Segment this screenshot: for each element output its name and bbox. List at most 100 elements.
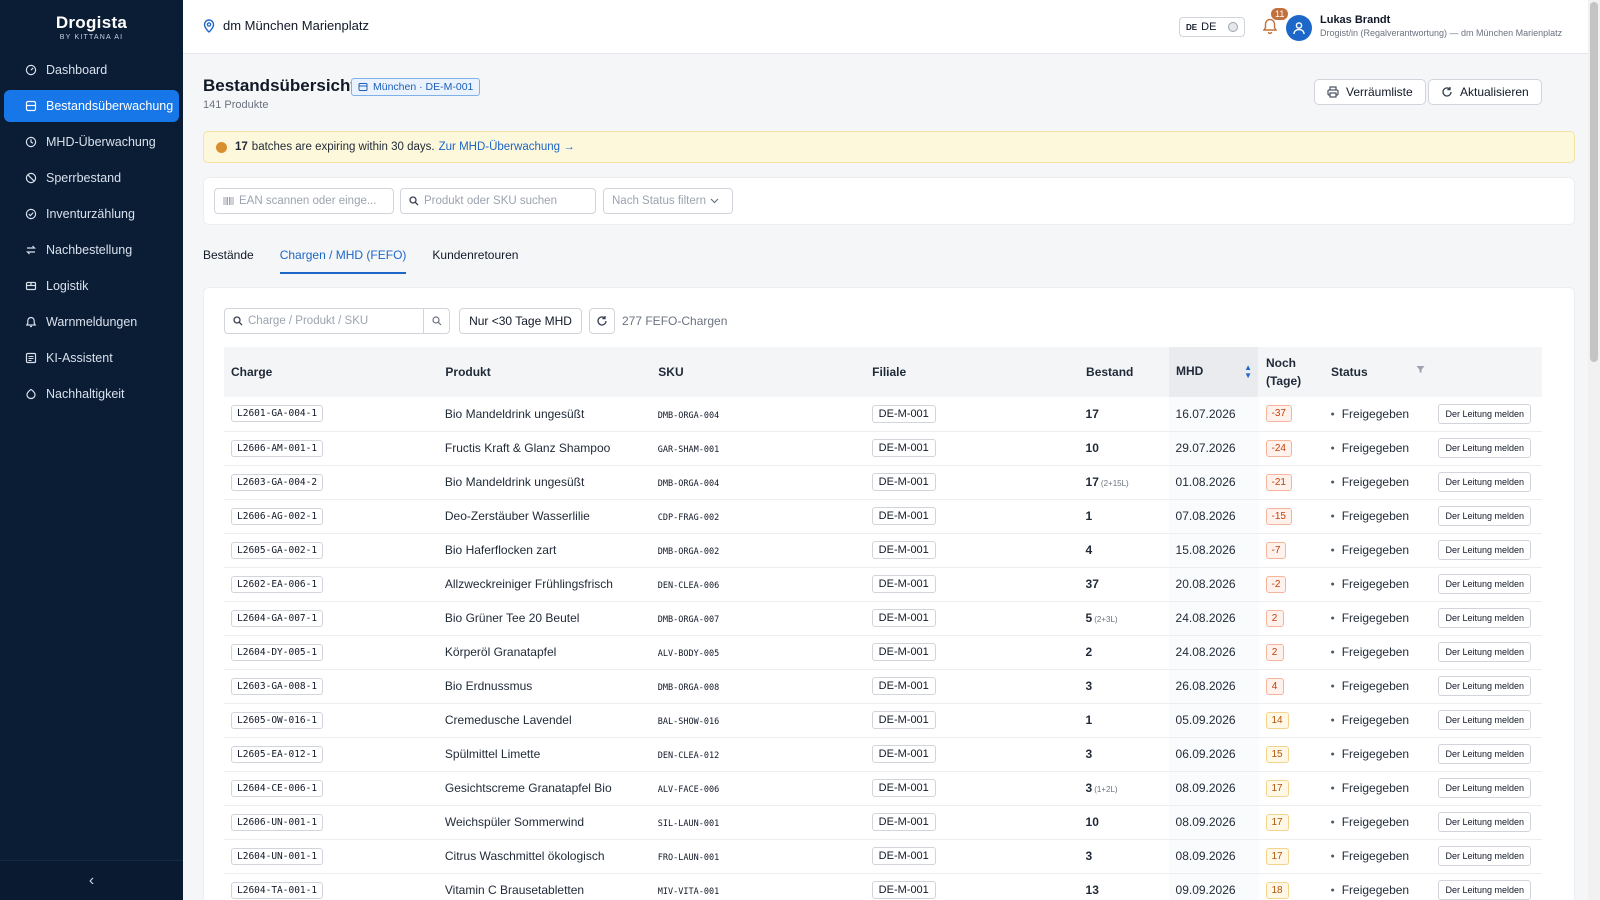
cell-charge: L2602-EA-006-1 [224, 567, 438, 601]
table-row[interactable]: L2606-AG-002-1 Deo-Zerstäuber Wasserlilie… [224, 499, 1542, 533]
batch-search-button[interactable] [423, 309, 449, 333]
store-location[interactable]: dm München Marienplatz [203, 18, 369, 33]
cell-status: Freigegeben [1323, 737, 1431, 771]
col-status[interactable]: Status [1323, 347, 1432, 397]
status-filter-select[interactable]: Nach Status filtern [603, 188, 733, 214]
sidebar-item-bestandsüberwachung[interactable]: Bestandsüberwachung [4, 90, 179, 122]
mhd-monitoring-link[interactable]: Zur MHD-Überwachung → [439, 141, 575, 153]
printer-icon [1327, 86, 1339, 98]
report-to-management-button[interactable]: Der Leitung melden [1438, 846, 1532, 866]
tab-kundenretouren[interactable]: Kundenretouren [432, 244, 518, 274]
cell-filiale: DE-M-001 [865, 465, 1079, 499]
cell-days-left: -24 [1259, 431, 1324, 465]
sidebar-item-logistik[interactable]: Logistik [4, 270, 179, 302]
tab-bestaende[interactable]: Bestände [203, 244, 254, 274]
sidebar-item-inventurzählung[interactable]: Inventurzählung [4, 198, 179, 230]
table-row[interactable]: L2604-UN-001-1 Citrus Waschmittel ökologi… [224, 839, 1542, 873]
col-bestand[interactable]: Bestand [1078, 347, 1170, 397]
collapse-sidebar-button[interactable]: ‹ [0, 860, 183, 900]
sidebar-item-ki-assistent[interactable]: KI-Assistent [4, 342, 179, 374]
page-scrollbar[interactable] [1588, 0, 1600, 900]
table-row[interactable]: L2606-UN-001-1 Weichspüler Sommerwind SIL-… [224, 805, 1542, 839]
report-to-management-button[interactable]: Der Leitung melden [1438, 403, 1532, 424]
product-search-input[interactable]: Produkt oder SKU suchen [400, 188, 596, 214]
table-row[interactable]: L2605-OW-016-1 Cremedusche Lavendel BAL-SH… [224, 703, 1542, 737]
report-to-management-button[interactable]: Der Leitung melden [1438, 880, 1532, 900]
cell-produkt: Vitamin C Brausetabletten [444, 883, 585, 897]
col-sku[interactable]: SKU [650, 347, 866, 397]
status-label: Freigegeben [1330, 475, 1409, 489]
cell-produkt: Citrus Waschmittel ökologisch [444, 849, 605, 863]
col-mhd[interactable]: MHD ▲ ▼ [1168, 347, 1259, 397]
status-label: Freigegeben [1330, 713, 1409, 727]
report-to-management-button[interactable]: Der Leitung melden [1438, 744, 1532, 764]
filiale-tag: DE-M-001 [871, 609, 936, 627]
putaway-list-button[interactable]: Verräumliste [1314, 79, 1426, 105]
sidebar-item-nachhaltigkeit[interactable]: Nachhaltigkeit [4, 378, 179, 410]
sidebar-item-nachbestellung[interactable]: Nachbestellung [4, 234, 179, 266]
sidebar-item-mhd-überwachung[interactable]: MHD-Überwachung [4, 126, 179, 158]
under-30-days-toggle[interactable]: Nur <30 Tage MHD [459, 308, 582, 334]
col-charge[interactable]: Charge [224, 347, 439, 397]
cell-action: Der Leitung melden [1431, 839, 1541, 873]
tab-chargen-mhd[interactable]: Chargen / MHD (FEFO) [279, 244, 407, 274]
leaf-icon [24, 388, 37, 401]
scrollbar-thumb[interactable] [1590, 2, 1598, 362]
table-row[interactable]: L2605-GA-002-1 Bio Haferflocken zart DMB-O… [224, 533, 1542, 567]
status-label: Freigegeben [1330, 781, 1409, 795]
ean-input[interactable]: EAN scannen oder einge... [214, 188, 394, 214]
sidebar-item-label: Dashboard [46, 63, 108, 77]
cell-sku: FRO-LAUN-001 [651, 839, 865, 873]
check-circle-icon [24, 208, 37, 221]
cell-filiale: DE-M-001 [865, 567, 1079, 601]
user-role: Drogist/in (Regalverantwortung) — dm Mün… [1320, 28, 1563, 38]
col-produkt[interactable]: Produkt [437, 347, 652, 397]
sidebar-item-label: Inventurzählung [46, 207, 135, 221]
report-to-management-button[interactable]: Der Leitung melden [1438, 574, 1532, 594]
col-noch-tage[interactable]: Noch (Tage) [1258, 347, 1324, 397]
brand-logo[interactable]: Drogista BY KITTANA AI [0, 0, 183, 50]
table-row[interactable]: L2602-EA-006-1 Allzweckreiniger Frühlings… [224, 567, 1542, 601]
cell-days-left: 2 [1259, 601, 1324, 635]
cell-sku: BAL-SHOW-016 [651, 703, 865, 737]
sort-icon[interactable]: ▲ ▼ [1244, 364, 1252, 380]
report-to-management-button[interactable]: Der Leitung melden [1438, 676, 1532, 696]
table-row[interactable]: L2603-GA-004-2 Bio Mandeldrink ungesüßt DM… [224, 465, 1542, 499]
refresh-button[interactable]: Aktualisieren [1428, 79, 1542, 105]
table-row[interactable]: L2604-DY-005-1 Körperöl Granatapfel ALV-BO… [224, 635, 1542, 669]
globe-icon [1228, 22, 1238, 32]
avatar[interactable] [1286, 15, 1312, 41]
sidebar-item-dashboard[interactable]: Dashboard [4, 54, 179, 86]
cell-charge: L2604-UN-001-1 [224, 839, 438, 873]
table-row[interactable]: L2603-GA-008-1 Bio Erdnussmus DMB-ORGA-008… [224, 669, 1542, 703]
table-row[interactable]: L2604-GA-007-1 Bio Grüner Tee 20 Beutel DM… [224, 601, 1542, 635]
reload-button[interactable] [589, 308, 615, 334]
main-content: Bestandsübersicht München · DE-M-001 141… [183, 54, 1588, 900]
tab-bar: Bestände Chargen / MHD (FEFO) Kundenretour… [203, 244, 544, 274]
table-row[interactable]: L2601-GA-004-1 Bio Mandeldrink ungesüßt DM… [224, 397, 1542, 431]
user-info[interactable]: Lukas Brandt Drogist/in (Regalverantwort… [1320, 14, 1562, 38]
cell-action: Der Leitung melden [1431, 397, 1541, 431]
sidebar-item-sperrbestand[interactable]: Sperrbestand [4, 162, 179, 194]
report-to-management-button[interactable]: Der Leitung melden [1438, 506, 1532, 526]
report-to-management-button[interactable]: Der Leitung melden [1438, 812, 1532, 832]
filter-icon[interactable] [1416, 365, 1425, 374]
table-row[interactable]: L2604-TA-001-1 Vitamin C Brausetabletten M… [224, 873, 1542, 900]
cell-produkt: Bio Mandeldrink ungesüßt [444, 475, 585, 489]
table-row[interactable]: L2605-EA-012-1 Spülmittel Limette DEN-CLEA… [224, 737, 1542, 771]
charge-tag: L2605-OW-016-1 [231, 711, 324, 729]
report-to-management-button[interactable]: Der Leitung melden [1438, 608, 1532, 628]
batch-search-input[interactable]: Charge / Produkt / SKU [224, 308, 450, 334]
notification-count-badge: 11 [1271, 8, 1289, 20]
language-selector[interactable]: DE DE [1179, 17, 1245, 37]
report-to-management-button[interactable]: Der Leitung melden [1438, 438, 1532, 458]
table-row[interactable]: L2604-CE-006-1 Gesichtscreme Granatapfel … [224, 771, 1542, 805]
report-to-management-button[interactable]: Der Leitung melden [1438, 540, 1532, 560]
report-to-management-button[interactable]: Der Leitung melden [1438, 472, 1532, 492]
report-to-management-button[interactable]: Der Leitung melden [1438, 710, 1532, 730]
report-to-management-button[interactable]: Der Leitung melden [1438, 778, 1532, 798]
col-filiale[interactable]: Filiale [864, 347, 1080, 397]
report-to-management-button[interactable]: Der Leitung melden [1438, 642, 1532, 662]
sidebar-item-warnmeldungen[interactable]: Warnmeldungen [4, 306, 179, 338]
table-row[interactable]: L2606-AM-001-1 Fructis Kraft & Glanz Sham… [224, 431, 1542, 465]
